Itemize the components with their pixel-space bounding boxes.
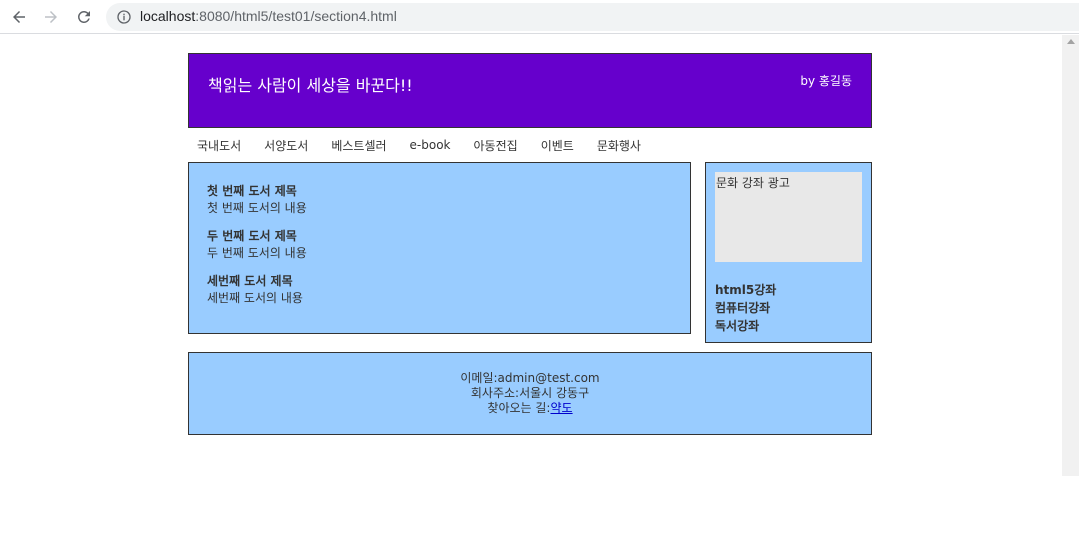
menu-item-bestseller[interactable]: 베스트셀러 [331,137,386,154]
footer-directions: 찾아오는 길:약도 [189,401,871,416]
book-section: 첫 번째 도서 제목 첫 번째 도서의 내용 두 번째 도서 제목 두 번째 도… [188,162,691,334]
menu-item-domestic[interactable]: 국내도서 [197,137,241,154]
url-text: localhost:8080/html5/test01/section4.htm… [140,8,397,24]
lecture-item-html5[interactable]: html5강좌 [715,281,862,299]
lecture-list: html5강좌 컴퓨터강좌 독서강좌 [715,281,862,335]
forward-arrow-icon[interactable] [40,6,62,28]
vertical-scrollbar[interactable] [1062,35,1079,476]
menu-item-foreign[interactable]: 서양도서 [264,137,308,154]
info-icon[interactable] [116,9,132,25]
author-label: by 홍길동 [800,74,852,88]
lecture-item-reading[interactable]: 독서강좌 [715,317,862,335]
site-footer: 이메일:admin@test.com 회사주소:서울시 강동구 찾아오는 길:약… [188,352,872,435]
book-article: 두 번째 도서 제목 두 번째 도서의 내용 [207,228,672,262]
book-title: 첫 번째 도서 제목 [207,184,297,198]
directions-label: 찾아오는 길: [487,401,551,415]
book-article: 첫 번째 도서 제목 첫 번째 도서의 내용 [207,183,672,217]
page-wrapper: 책읽는 사람이 세상을 바꾼다!! by 홍길동 국내도서 서양도서 베스트셀러… [188,53,872,435]
address-bar[interactable]: localhost:8080/html5/test01/section4.htm… [106,3,1079,31]
reload-icon[interactable] [73,6,95,28]
footer-address: 회사주소:서울시 강동구 [470,386,590,400]
site-header: 책읽는 사람이 세상을 바꾼다!! by 홍길동 [188,53,872,128]
site-title: 책읽는 사람이 세상을 바꾼다!! [208,76,413,95]
main-menu: 국내도서 서양도서 베스트셀러 e-book 아동전집 이벤트 문화행사 [188,128,872,162]
lecture-item-computer[interactable]: 컴퓨터강좌 [715,299,862,317]
book-content: 두 번째 도서의 내용 [207,246,307,260]
book-content: 첫 번째 도서의 내용 [207,201,307,215]
menu-item-event[interactable]: 이벤트 [541,137,574,154]
sidebar: 문화 강좌 광고 html5강좌 컴퓨터강좌 독서강좌 [705,162,872,343]
book-title: 세번째 도서 제목 [207,274,293,288]
menu-item-kids[interactable]: 아동전집 [474,137,518,154]
map-link[interactable]: 약도 [550,401,572,415]
back-arrow-icon[interactable] [8,6,30,28]
browser-toolbar: localhost:8080/html5/test01/section4.htm… [0,0,1079,34]
menu-item-culture[interactable]: 문화행사 [597,137,641,154]
menu-item-ebook[interactable]: e-book [410,138,451,152]
scroll-up-arrow-icon[interactable] [1067,39,1075,44]
footer-email: 이메일:admin@test.com [460,371,600,385]
content-row: 첫 번째 도서 제목 첫 번째 도서의 내용 두 번째 도서 제목 두 번째 도… [188,162,872,343]
book-title: 두 번째 도서 제목 [207,229,297,243]
book-article: 세번째 도서 제목 세번째 도서의 내용 [207,273,672,307]
culture-ad-box[interactable]: 문화 강좌 광고 [715,172,862,262]
book-content: 세번째 도서의 내용 [207,291,303,305]
